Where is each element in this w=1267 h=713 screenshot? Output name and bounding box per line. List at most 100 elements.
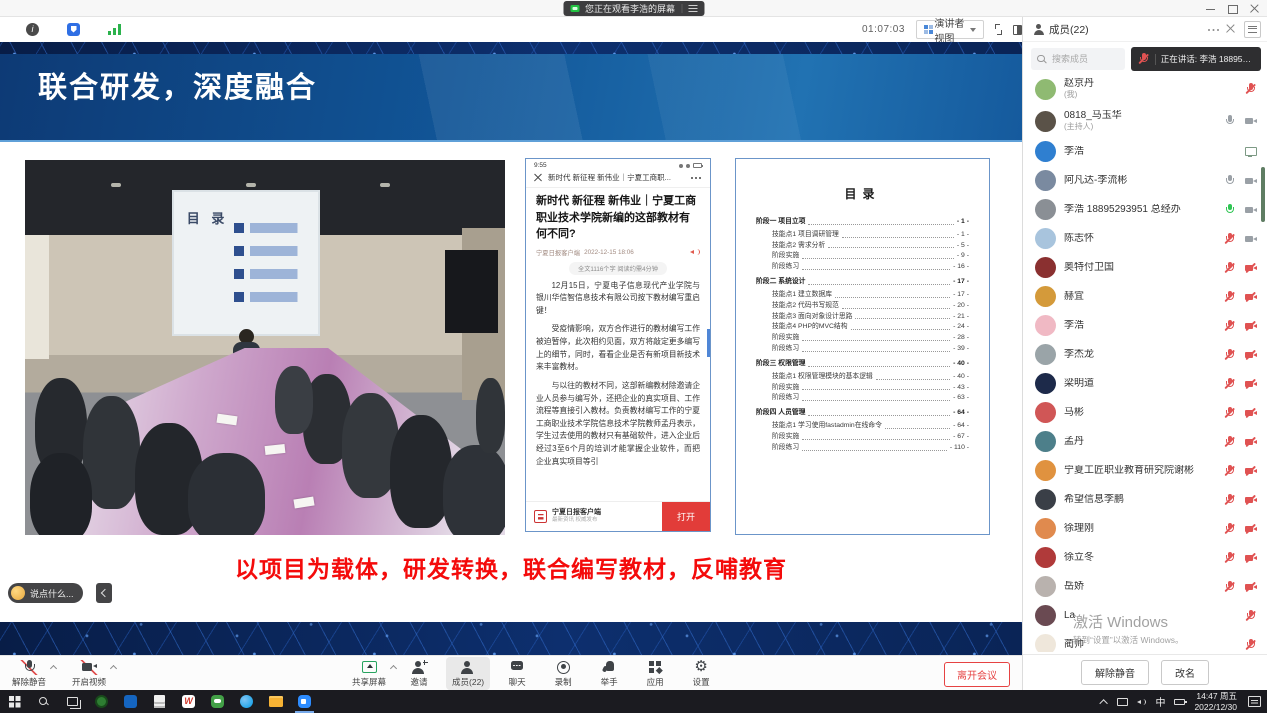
meeting-toolbar-button[interactable]: 开启视频: [66, 657, 112, 690]
meeting-toolbar-button[interactable]: 邀请: [400, 657, 438, 690]
member-row[interactable]: 马彬: [1023, 398, 1267, 427]
chevron-up-icon[interactable]: [50, 665, 57, 672]
member-row[interactable]: 梁明道: [1023, 369, 1267, 398]
meeting-toolbar-button[interactable]: 成员(22): [446, 657, 490, 690]
app-icon-2[interactable]: [116, 690, 145, 713]
member-row[interactable]: 赫宜: [1023, 282, 1267, 311]
member-row[interactable]: 孟丹: [1023, 427, 1267, 456]
unmute-button[interactable]: 解除静音: [1081, 660, 1149, 685]
app-icon-1[interactable]: [87, 690, 116, 713]
member-row[interactable]: La: [1023, 601, 1267, 630]
wps-icon[interactable]: [174, 690, 203, 713]
member-row[interactable]: 赵京丹 (我): [1023, 73, 1267, 105]
member-name: 陈志怀: [1064, 233, 1094, 245]
screen-share-icon: [570, 5, 579, 12]
meeting-toolbar-button[interactable]: 共享屏幕: [346, 657, 392, 690]
close-icon[interactable]: [1226, 25, 1235, 34]
member-row[interactable]: 岳娇: [1023, 572, 1267, 601]
avatar: [1035, 141, 1056, 162]
member-row[interactable]: 徐理刚: [1023, 514, 1267, 543]
security-shield-icon[interactable]: [67, 23, 80, 36]
meeting-toolbar-button[interactable]: 解除静音: [6, 657, 52, 690]
fullscreen-icon[interactable]: [995, 24, 1003, 35]
member-row[interactable]: 奥特付卫国: [1023, 253, 1267, 282]
avatar: [1035, 547, 1056, 568]
mic-status-icon: [1244, 83, 1257, 96]
close-icon[interactable]: [1250, 4, 1259, 13]
member-row[interactable]: 李浩: [1023, 137, 1267, 166]
meeting-toolbar-button[interactable]: 举手: [590, 657, 628, 690]
rename-button[interactable]: 改名: [1161, 660, 1209, 685]
folder-icon[interactable]: [261, 690, 290, 713]
minimize-icon[interactable]: [1206, 4, 1215, 13]
more-icon[interactable]: [1208, 28, 1221, 31]
more-icon: [691, 176, 702, 179]
search-box[interactable]: [1031, 48, 1125, 70]
member-row[interactable]: 宁夏工匠职业教育研究院谢彬: [1023, 456, 1267, 485]
info-icon[interactable]: [26, 23, 39, 36]
chat-quick-input[interactable]: 说点什么...: [8, 583, 83, 603]
camera-status-icon: [1244, 290, 1257, 303]
toc-dot-leader: [808, 366, 950, 367]
member-row[interactable]: 阿凡达-李流彬: [1023, 166, 1267, 195]
member-row[interactable]: 希望信息李鹏: [1023, 485, 1267, 514]
display-tray-icon[interactable]: [1117, 698, 1128, 706]
sidebar-header: 成员(22): [1023, 17, 1267, 42]
chevron-up-icon[interactable]: [110, 665, 117, 672]
menu-icon[interactable]: [688, 5, 697, 12]
start-icon[interactable]: [0, 690, 29, 713]
member-row[interactable]: 李杰龙: [1023, 340, 1267, 369]
meeting-toolbar-button[interactable]: 设置: [682, 657, 720, 690]
toc-dot-leader: [842, 237, 954, 238]
member-row[interactable]: 徐立冬: [1023, 543, 1267, 572]
leave-meeting-button[interactable]: 离开会议: [944, 662, 1010, 687]
chevron-up-icon[interactable]: [390, 665, 397, 672]
member-row[interactable]: 李浩 18895293951 总经办: [1023, 195, 1267, 224]
toc-page-number: - 16 -: [953, 263, 969, 272]
watching-screen-pill[interactable]: 您正在观看李浩的屏幕: [563, 1, 704, 16]
avatar: [1035, 79, 1056, 100]
meeting-app-icon[interactable]: [290, 690, 319, 713]
mic-status-icon: [1223, 435, 1236, 448]
scrollbar-thumb[interactable]: [1261, 167, 1265, 222]
chat-app-icon[interactable]: [203, 690, 232, 713]
toc-entry-label: 技能点4 PHP的MVC结构: [772, 323, 848, 332]
side-panel-toggle-icon[interactable]: [1013, 25, 1022, 35]
member-row[interactable]: 陈志怀: [1023, 224, 1267, 253]
search-input[interactable]: [1050, 53, 1120, 65]
search-icon: [1037, 55, 1046, 64]
document-app-icon[interactable]: [145, 690, 174, 713]
mic-status-icon: [1244, 609, 1257, 622]
member-row[interactable]: 0818_马玉华 (主持人): [1023, 105, 1267, 137]
search-icon[interactable]: [29, 690, 58, 713]
toc-page-number: - 39 -: [953, 345, 969, 354]
toolbar-button-label: 聊天: [509, 676, 526, 688]
taskbar-clock[interactable]: 14:47 周五 2022/12/30: [1194, 691, 1237, 712]
network-signal-icon[interactable]: [108, 24, 122, 35]
meeting-toolbar-button[interactable]: 应用: [636, 657, 674, 690]
view-mode-button[interactable]: 演讲者视图: [916, 20, 984, 39]
watching-screen-label: 您正在观看李浩的屏幕: [585, 2, 675, 15]
input-method-indicator[interactable]: 中: [1155, 694, 1165, 709]
camera-status-icon: [1244, 232, 1257, 245]
member-row[interactable]: 蔺帅: [1023, 630, 1267, 652]
tray-expand-icon[interactable]: [1100, 699, 1108, 707]
news-article-screenshot: 9:55 新时代 新征程 新伟业｜宁夏工商职... 新时代 新征程 新伟业｜宁夏…: [525, 158, 711, 532]
browser-icon[interactable]: [232, 690, 261, 713]
meeting-toolbar-button[interactable]: 聊天: [498, 657, 536, 690]
maximize-icon[interactable]: [1228, 4, 1237, 13]
member-name: 梁明道: [1064, 378, 1094, 390]
panel-menu-button[interactable]: [1244, 21, 1261, 38]
task-view-icon[interactable]: [58, 690, 87, 713]
meeting-toolbar: 01:07:03 演讲者视图: [0, 17, 1022, 42]
chat-collapse-button[interactable]: [96, 583, 112, 603]
volume-icon[interactable]: [1137, 698, 1146, 706]
chat-icon: [508, 660, 526, 675]
meeting-toolbar-button[interactable]: 录制: [544, 657, 582, 690]
article-read-stats: 全文1116个字 阅读约需4分钟: [569, 262, 667, 275]
member-name: 蔺帅: [1064, 639, 1084, 651]
member-row[interactable]: 李浩: [1023, 311, 1267, 340]
action-center-icon[interactable]: [1248, 696, 1261, 707]
battery-icon[interactable]: [1174, 699, 1185, 705]
toc-dot-leader: [802, 269, 950, 270]
